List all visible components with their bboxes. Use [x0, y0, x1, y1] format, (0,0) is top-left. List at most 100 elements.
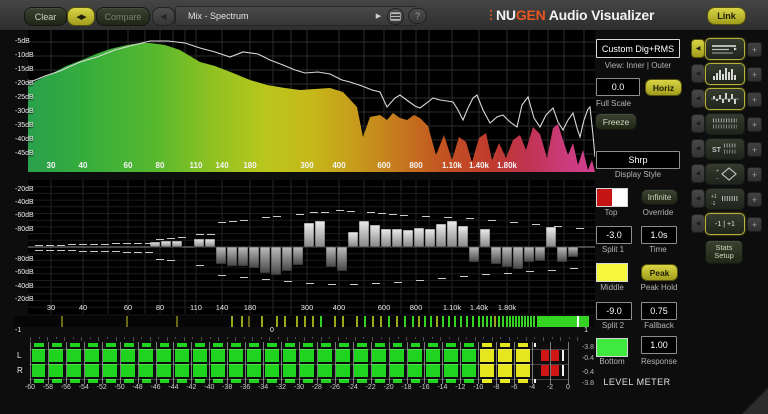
meter-scale-label: -16: [419, 384, 430, 391]
svg-text:30: 30: [47, 161, 56, 170]
view-collapse-arrow-correlation-meter[interactable]: ◀: [691, 214, 705, 233]
add-view-split-meter[interactable]: +: [747, 92, 762, 107]
meter-mode-box[interactable]: Custom Dig+RMS: [596, 39, 680, 58]
full-scale-label: Full Scale: [596, 99, 632, 108]
meter-scale-label: -44: [168, 384, 179, 391]
full-scale-value[interactable]: 0.0: [596, 78, 640, 96]
svg-text:600: 600: [378, 303, 391, 312]
toolbar: Clear ◀▶ Compare ◀ Mix - Spectrum ▶ ? NU…: [0, 0, 768, 31]
preset-list-button[interactable]: [387, 8, 404, 25]
time-label: Time: [649, 245, 667, 254]
view-button-spectrum-bars[interactable]: [705, 63, 745, 85]
link-button[interactable]: Link: [707, 7, 746, 25]
split-display: 30 40 60 80 110 140 180 300 400 600 800 1.10k 1.40k 1…: [28, 180, 595, 314]
view-collapse-arrow-stereo-spectrogram[interactable]: ◀: [691, 139, 705, 158]
view-button-correlation-history[interactable]: +1 -1: [705, 188, 745, 210]
add-view-stereo-spectrogram[interactable]: +: [747, 142, 762, 157]
compare-button[interactable]: Compare: [96, 7, 150, 26]
split-meter-icon: [711, 93, 739, 104]
peak-button[interactable]: Peak: [641, 264, 678, 281]
svg-text:1.80k: 1.80k: [498, 303, 517, 312]
override-button[interactable]: Infinite: [641, 189, 678, 205]
clear-button[interactable]: Clear: [24, 7, 67, 26]
logo-dots-icon: [490, 10, 492, 20]
meter-channel-left-label: L: [17, 351, 22, 360]
display-style-label: Display Style: [614, 170, 662, 179]
view-button-spectrum-line[interactable]: [705, 38, 745, 60]
top-color-right: [612, 189, 627, 206]
meter-scale-label: -30: [293, 384, 304, 391]
preset-next-button[interactable]: ▶: [372, 8, 385, 23]
meter-scale-label: -10: [473, 384, 484, 391]
preset-name: Mix - Spectrum: [188, 11, 249, 21]
view-button-vectorscope[interactable]: + −: [705, 163, 745, 185]
view-collapse-arrow-vectorscope[interactable]: ◀: [691, 164, 705, 183]
view-collapse-arrow-spectrum[interactable]: ◀: [691, 39, 705, 58]
spectrum-chart: 30 40 60 80 110 140 180 300 400 600 800 1.10k 1.40k 1…: [27, 30, 596, 172]
time-value[interactable]: 1.0s: [641, 226, 677, 244]
view-button-split-meter[interactable]: [705, 88, 745, 110]
view-button-correlation-meter[interactable]: -1 | +1: [705, 213, 745, 235]
svg-text:400: 400: [332, 161, 346, 170]
db-scale-label: -10dB: [15, 52, 34, 59]
db-scale-label: -30dB: [15, 108, 34, 115]
response-value[interactable]: 1.00: [641, 336, 677, 354]
meter-scale-label: -40: [204, 384, 215, 391]
db-scale-label: -80dB: [15, 226, 34, 233]
svg-text:140: 140: [216, 303, 229, 312]
add-view-correlation-meter[interactable]: +: [747, 217, 762, 232]
bottom-color: [597, 339, 627, 356]
spectrum-display: 30 40 60 80 110 140 180 300 400 600 800 1.10k 1.40k 1…: [27, 30, 596, 172]
override-label: Override: [642, 208, 674, 217]
view-button-spectrogram[interactable]: [705, 113, 745, 135]
split1-value[interactable]: -3.0: [596, 226, 632, 244]
meter-peak-value: -3.8: [581, 344, 594, 351]
middle-label: Middle: [600, 283, 624, 292]
spectrogram-icon: [713, 118, 737, 129]
db-scale-label: -5dB: [15, 38, 30, 45]
svg-text:40: 40: [79, 303, 87, 312]
meter-scale-label: -8: [493, 384, 500, 391]
horiz-button[interactable]: Horiz: [645, 79, 682, 96]
brand-nu: NU: [496, 7, 516, 23]
view-collapse-arrow-spectrogram[interactable]: ◀: [691, 114, 705, 133]
display-style-box[interactable]: Shrp: [596, 151, 680, 169]
freeze-button[interactable]: Freeze: [595, 113, 637, 130]
add-view-correlation-history[interactable]: +: [747, 192, 762, 207]
view-collapse-arrow-split[interactable]: ◀: [691, 89, 705, 108]
view-collapse-arrow-correlation-history[interactable]: ◀: [691, 189, 705, 208]
swap-ab-button[interactable]: ◀▶: [67, 7, 95, 26]
meter-scale-label: -24: [347, 384, 358, 391]
top-color-swatch[interactable]: [596, 188, 628, 207]
add-view-spectrum-bars[interactable]: +: [747, 67, 762, 82]
fallback-value[interactable]: 0.75: [641, 302, 677, 320]
help-button[interactable]: ?: [408, 8, 427, 24]
stats-line2: Setup: [714, 251, 734, 260]
meter-peak-value: -0.4: [581, 369, 594, 376]
preset-prev-button[interactable]: ◀: [152, 7, 175, 26]
meter-scale-label: -34: [258, 384, 269, 391]
list-icon: [390, 12, 401, 21]
meter-scale-label: -50: [114, 384, 125, 391]
middle-color-swatch[interactable]: [596, 263, 628, 282]
response-label: Response: [640, 357, 678, 366]
add-view-vectorscope[interactable]: +: [747, 167, 762, 182]
resize-grip[interactable]: [742, 388, 768, 414]
stats-setup-button[interactable]: Stats Setup: [705, 240, 743, 264]
split2-value[interactable]: -9.0: [596, 302, 632, 320]
meter-scale-label: -26: [329, 384, 340, 391]
svg-text:140: 140: [215, 161, 229, 170]
svg-text:80: 80: [156, 161, 165, 170]
svg-text:40: 40: [79, 161, 88, 170]
svg-text:1.80k: 1.80k: [497, 161, 518, 170]
meter-scale-label: -46: [150, 384, 161, 391]
view-button-stereo-spectrogram[interactable]: ST: [705, 138, 745, 160]
add-view-spectrum-line[interactable]: +: [747, 42, 762, 57]
add-view-spectrogram[interactable]: +: [747, 117, 762, 132]
svg-text:180: 180: [243, 161, 257, 170]
meter-scale-label: -38: [222, 384, 233, 391]
view-mode-label[interactable]: View: Inner | Outer: [592, 61, 684, 70]
view-collapse-arrow-bars[interactable]: ◀: [691, 64, 705, 83]
bottom-color-swatch[interactable]: [596, 338, 628, 357]
correlation-label-left: -1: [15, 327, 22, 334]
